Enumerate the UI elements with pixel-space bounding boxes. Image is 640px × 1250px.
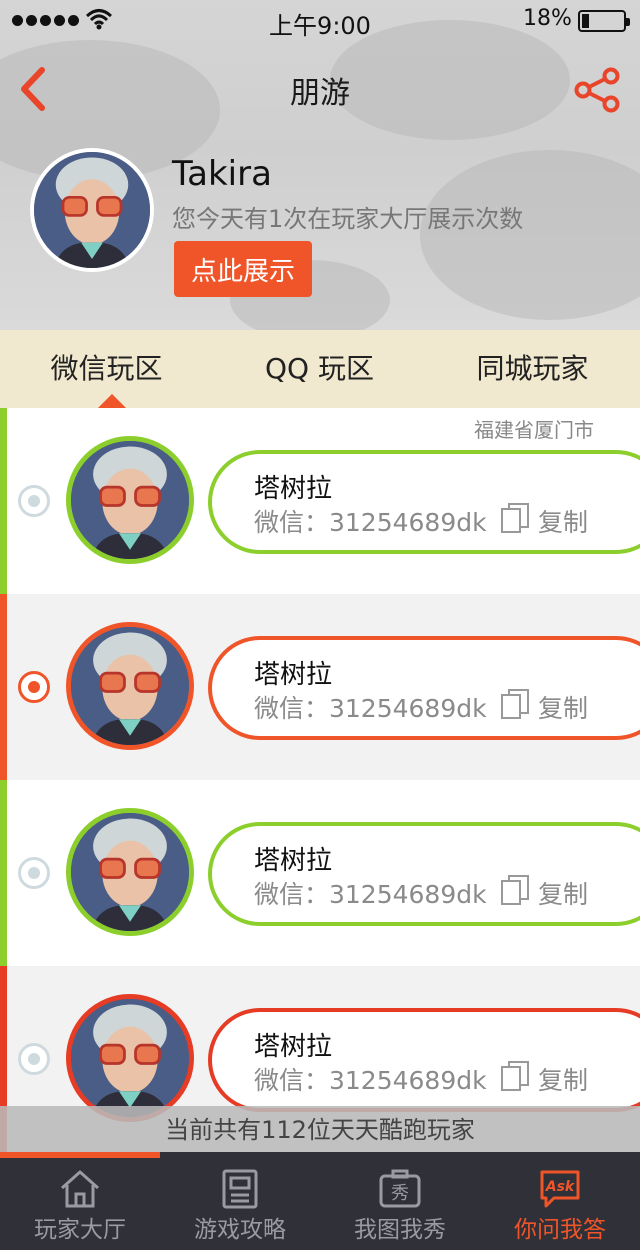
- copy-button[interactable]: 复制: [538, 503, 588, 539]
- copy-icon[interactable]: [500, 874, 530, 906]
- player-wechat: 微信：31254689dk: [254, 694, 487, 723]
- tab-label: QQ 玩区: [265, 352, 374, 385]
- show-button[interactable]: 点此展示: [174, 241, 312, 297]
- timeline-dot-icon: [18, 857, 50, 889]
- player-avatar[interactable]: [66, 436, 194, 564]
- tab-label: 同城玩家: [476, 352, 589, 385]
- copy-icon[interactable]: [500, 502, 530, 534]
- row-stripe: [0, 780, 7, 966]
- player-wechat: 微信：31254689dk: [254, 508, 487, 537]
- bottom-tab-ask[interactable]: Ask 你问我答: [480, 1158, 640, 1250]
- copy-icon[interactable]: [500, 688, 530, 720]
- profile-name: Takira: [172, 154, 272, 194]
- player-name: 塔树拉: [254, 1032, 333, 1062]
- profile-header: 上午9:00 18% 朋游 Takira 您今天有1次在玩家大厅展示次数 点此展…: [0, 0, 640, 330]
- location-label: 福建省厦门市: [474, 418, 594, 442]
- profile-subtitle: 您今天有1次在玩家大厅展示次数: [172, 205, 524, 233]
- battery-icon: [578, 10, 630, 32]
- player-wechat: 微信：31254689dk: [254, 880, 487, 909]
- svg-text:秀: 秀: [391, 1183, 409, 1204]
- tab-local[interactable]: 同城玩家: [426, 330, 639, 408]
- avatar-image: [34, 152, 150, 268]
- status-bar: 上午9:00 18%: [0, 0, 640, 40]
- player-count-text: 当前共有112位天天酷跑玩家: [165, 1116, 475, 1144]
- bottom-tab-lobby[interactable]: 玩家大厅: [0, 1158, 160, 1250]
- guide-icon: [222, 1169, 258, 1209]
- tab-label: 微信玩区: [50, 352, 163, 385]
- tab-qq[interactable]: QQ 玩区: [213, 330, 426, 408]
- battery-percent: 18%: [523, 6, 572, 31]
- share-icon[interactable]: [572, 66, 622, 114]
- active-tab-indicator: [98, 394, 126, 408]
- copy-button[interactable]: 复制: [538, 1061, 588, 1097]
- ask-icon: Ask: [540, 1170, 580, 1208]
- tab-label: 你问我答: [514, 1217, 606, 1243]
- page-title: 朋游: [290, 76, 350, 111]
- player-name: 塔树拉: [254, 474, 333, 504]
- timeline-dot-icon: [18, 671, 50, 703]
- copy-button[interactable]: 复制: [538, 875, 588, 911]
- svg-text:Ask: Ask: [545, 1179, 576, 1195]
- bottom-tab-show[interactable]: 秀 我图我秀: [320, 1158, 480, 1250]
- player-avatar[interactable]: [66, 808, 194, 936]
- player-name: 塔树拉: [254, 660, 333, 690]
- tab-bar: 微信玩区 QQ 玩区 同城玩家: [0, 330, 640, 408]
- copy-icon[interactable]: [500, 1060, 530, 1092]
- row-stripe: [0, 408, 7, 594]
- home-icon: [61, 1170, 99, 1208]
- profile-avatar[interactable]: [30, 148, 154, 272]
- tab-label: 游戏攻略: [194, 1217, 286, 1243]
- player-list[interactable]: 塔树拉 微信：31254689dk 复制 塔树拉 微信：31254689dk 复…: [0, 408, 640, 1158]
- row-stripe: [0, 594, 7, 780]
- player-avatar[interactable]: [66, 622, 194, 750]
- camera-icon: 秀: [379, 1169, 421, 1208]
- player-wechat: 微信：31254689dk: [254, 1066, 487, 1095]
- timeline-dot-icon: [18, 485, 50, 517]
- bottom-tab-bar: 玩家大厅 游戏攻略 秀 我图我秀 Ask 你问我答: [0, 1158, 640, 1250]
- tab-label: 我图我秀: [354, 1217, 446, 1243]
- player-name: 塔树拉: [254, 846, 333, 876]
- list-item[interactable]: 塔树拉 微信：31254689dk 复制: [0, 780, 640, 966]
- bottom-tab-guide[interactable]: 游戏攻略: [160, 1158, 320, 1250]
- tab-label: 玩家大厅: [34, 1217, 126, 1243]
- timeline-dot-icon: [18, 1043, 50, 1075]
- player-avatar[interactable]: [66, 994, 194, 1122]
- player-count-bar: 当前共有112位天天酷跑玩家: [0, 1106, 640, 1154]
- copy-button[interactable]: 复制: [538, 689, 588, 725]
- list-item[interactable]: 塔树拉 微信：31254689dk 复制: [0, 594, 640, 780]
